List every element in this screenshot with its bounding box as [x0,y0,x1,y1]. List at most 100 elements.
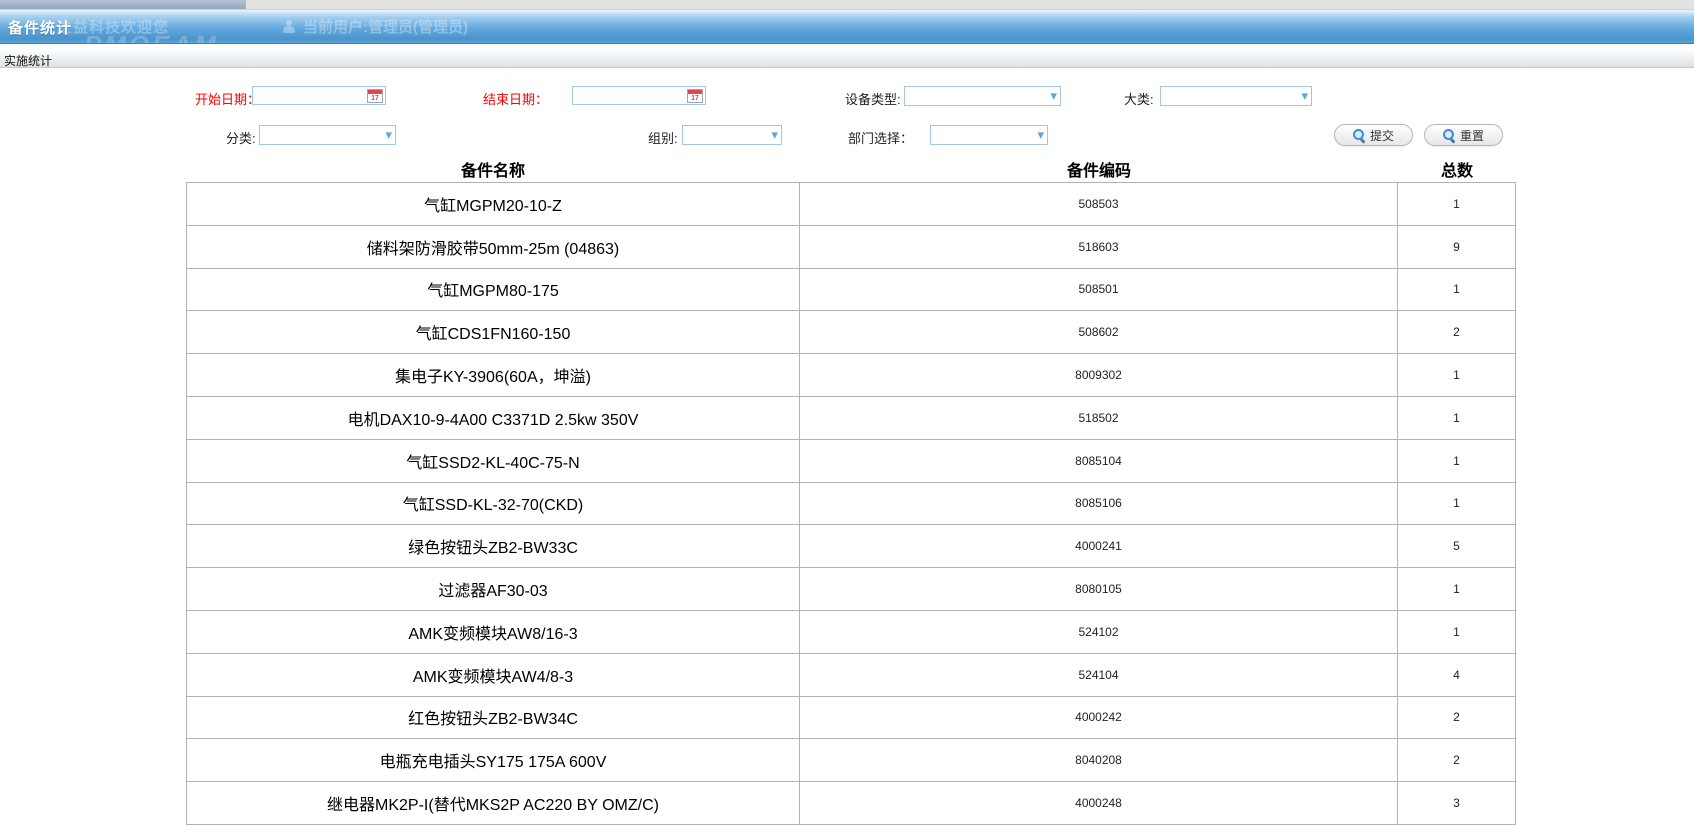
spare-name-cell: 气缸MGPM20-10-Z [187,183,800,225]
active-tab-indicator[interactable] [0,0,246,9]
spare-code-cell: 4000242 [800,697,1398,739]
table-header-row: 备件名称 备件编码 总数 [186,156,1516,182]
spare-code-cell: 518603 [800,226,1398,268]
section-header-bar: 实施统计 [0,50,1694,68]
chevron-down-icon: ▾ [1301,91,1308,101]
section-title: 实施统计 [4,52,52,69]
spare-name-cell: 过滤器AF30-03 [187,568,800,610]
spare-name-cell: 电瓶充电插头SY175 175A 600V [187,739,800,781]
spare-code-cell: 518502 [800,397,1398,439]
spare-code-cell: 8040208 [800,739,1398,781]
page-title: 备件统计 [8,17,72,38]
spare-code-cell: 4000248 [800,782,1398,824]
table-row: 气缸CDS1FN160-150 508602 2 [187,311,1515,354]
chevron-down-icon: ▾ [1037,130,1044,140]
spare-code-cell: 8009302 [800,354,1398,396]
spare-name-cell: 绿色按钮头ZB2-BW33C [187,525,800,567]
current-user-area: 当前用户:管理员(管理员) [282,16,468,37]
table-row: 气缸MGPM80-175 508501 1 [187,269,1515,312]
spare-name-cell: 电机DAX10-9-4A00 C3371D 2.5kw 350V [187,397,800,439]
department-select[interactable]: ▾ [930,125,1048,145]
table-row: 红色按钮头ZB2-BW34C 4000242 2 [187,697,1515,740]
spare-name-cell: 红色按钮头ZB2-BW34C [187,697,800,739]
table-row: 气缸MGPM20-10-Z 508503 1 [187,183,1515,226]
spare-name-cell: 气缸SSD-KL-32-70(CKD) [187,483,800,525]
table-row: 气缸SSD-KL-32-70(CKD) 8085106 1 [187,483,1515,526]
major-category-label: 大类: [1124,89,1154,108]
spare-total-cell: 2 [1398,697,1515,739]
spare-total-cell: 2 [1398,739,1515,781]
spare-name-cell: 继电器MK2P-I(替代MKS2P AC220 BY OMZ/C) [187,782,800,824]
spare-total-cell: 1 [1398,397,1515,439]
chevron-down-icon: ▾ [1050,91,1057,101]
current-user-text: 当前用户:管理员(管理员) [303,16,468,37]
spare-name-cell: 气缸SSD2-KL-40C-75-N [187,440,800,482]
magnifier-icon [1443,129,1456,142]
spare-total-cell: 5 [1398,525,1515,567]
table-row: 储料架防滑胶带50mm-25m (04863) 518603 9 [187,226,1515,269]
spare-code-cell: 524104 [800,654,1398,696]
spare-code-cell: 8085104 [800,440,1398,482]
spare-code-cell: 524102 [800,611,1398,653]
group-label: 组别: [648,128,678,147]
spare-code-cell: 8085106 [800,483,1398,525]
end-date-label: 结束日期： [483,89,548,108]
spare-total-cell: 1 [1398,568,1515,610]
category-label: 分类: [226,128,256,147]
device-type-label: 设备类型: [845,89,901,108]
start-date-calendar-icon[interactable] [367,89,383,103]
department-label: 部门选择： [848,128,913,147]
spare-name-cell: 气缸CDS1FN160-150 [187,311,800,353]
submit-button-label: 提交 [1370,127,1394,144]
group-select[interactable]: ▾ [682,125,782,145]
table-row: 过滤器AF30-03 8080105 1 [187,568,1515,611]
spare-code-cell: 508602 [800,311,1398,353]
spare-name-cell: 气缸MGPM80-175 [187,269,800,311]
major-category-select[interactable]: ▾ [1160,86,1312,106]
spare-total-cell: 2 [1398,311,1515,353]
spare-name-cell: AMK变频模块AW8/16-3 [187,611,800,653]
reset-button[interactable]: 重置 [1424,124,1503,146]
table-row: AMK变频模块AW8/16-3 524102 1 [187,611,1515,654]
spare-total-cell: 1 [1398,440,1515,482]
spare-total-cell: 1 [1398,183,1515,225]
spare-total-cell: 1 [1398,354,1515,396]
magnifier-icon [1353,129,1366,142]
spare-total-cell: 3 [1398,782,1515,824]
welcome-text: 生益科技欢迎您 [57,16,169,37]
spare-code-cell: 508503 [800,183,1398,225]
header-bar: PMOEAM 生益科技欢迎您 备件统计 当前用户:管理员(管理员) [0,10,1694,44]
column-header-total: 总数 [1398,156,1516,182]
spare-parts-table: 气缸MGPM20-10-Z 508503 1 储料架防滑胶带50mm-25m (… [186,182,1516,825]
spare-total-cell: 4 [1398,654,1515,696]
spare-total-cell: 1 [1398,611,1515,653]
start-date-label: 开始日期： [195,89,260,108]
top-strip [0,0,1694,10]
user-icon [282,20,298,33]
reset-button-label: 重置 [1460,127,1484,144]
spare-total-cell: 9 [1398,226,1515,268]
end-date-input[interactable] [572,86,706,105]
spare-name-cell: 集电子KY-3906(60A，坤溢) [187,354,800,396]
start-date-input[interactable] [252,86,386,105]
table-row: AMK变频模块AW4/8-3 524104 4 [187,654,1515,697]
table-row: 气缸SSD2-KL-40C-75-N 8085104 1 [187,440,1515,483]
chevron-down-icon: ▾ [771,130,778,140]
chevron-down-icon: ▾ [385,130,392,140]
submit-button[interactable]: 提交 [1334,124,1413,146]
spare-name-cell: 储料架防滑胶带50mm-25m (04863) [187,226,800,268]
table-row: 电机DAX10-9-4A00 C3371D 2.5kw 350V 518502 … [187,397,1515,440]
table-row: 绿色按钮头ZB2-BW33C 4000241 5 [187,525,1515,568]
column-header-code: 备件编码 [800,156,1398,182]
spare-code-cell: 8080105 [800,568,1398,610]
spare-total-cell: 1 [1398,483,1515,525]
spare-name-cell: AMK变频模块AW4/8-3 [187,654,800,696]
table-row: 继电器MK2P-I(替代MKS2P AC220 BY OMZ/C) 400024… [187,782,1515,825]
column-header-name: 备件名称 [186,156,800,182]
spare-total-cell: 1 [1398,269,1515,311]
category-select[interactable]: ▾ [259,125,396,145]
end-date-calendar-icon[interactable] [687,89,703,103]
table-row: 集电子KY-3906(60A，坤溢) 8009302 1 [187,354,1515,397]
device-type-select[interactable]: ▾ [904,86,1061,106]
spare-code-cell: 4000241 [800,525,1398,567]
